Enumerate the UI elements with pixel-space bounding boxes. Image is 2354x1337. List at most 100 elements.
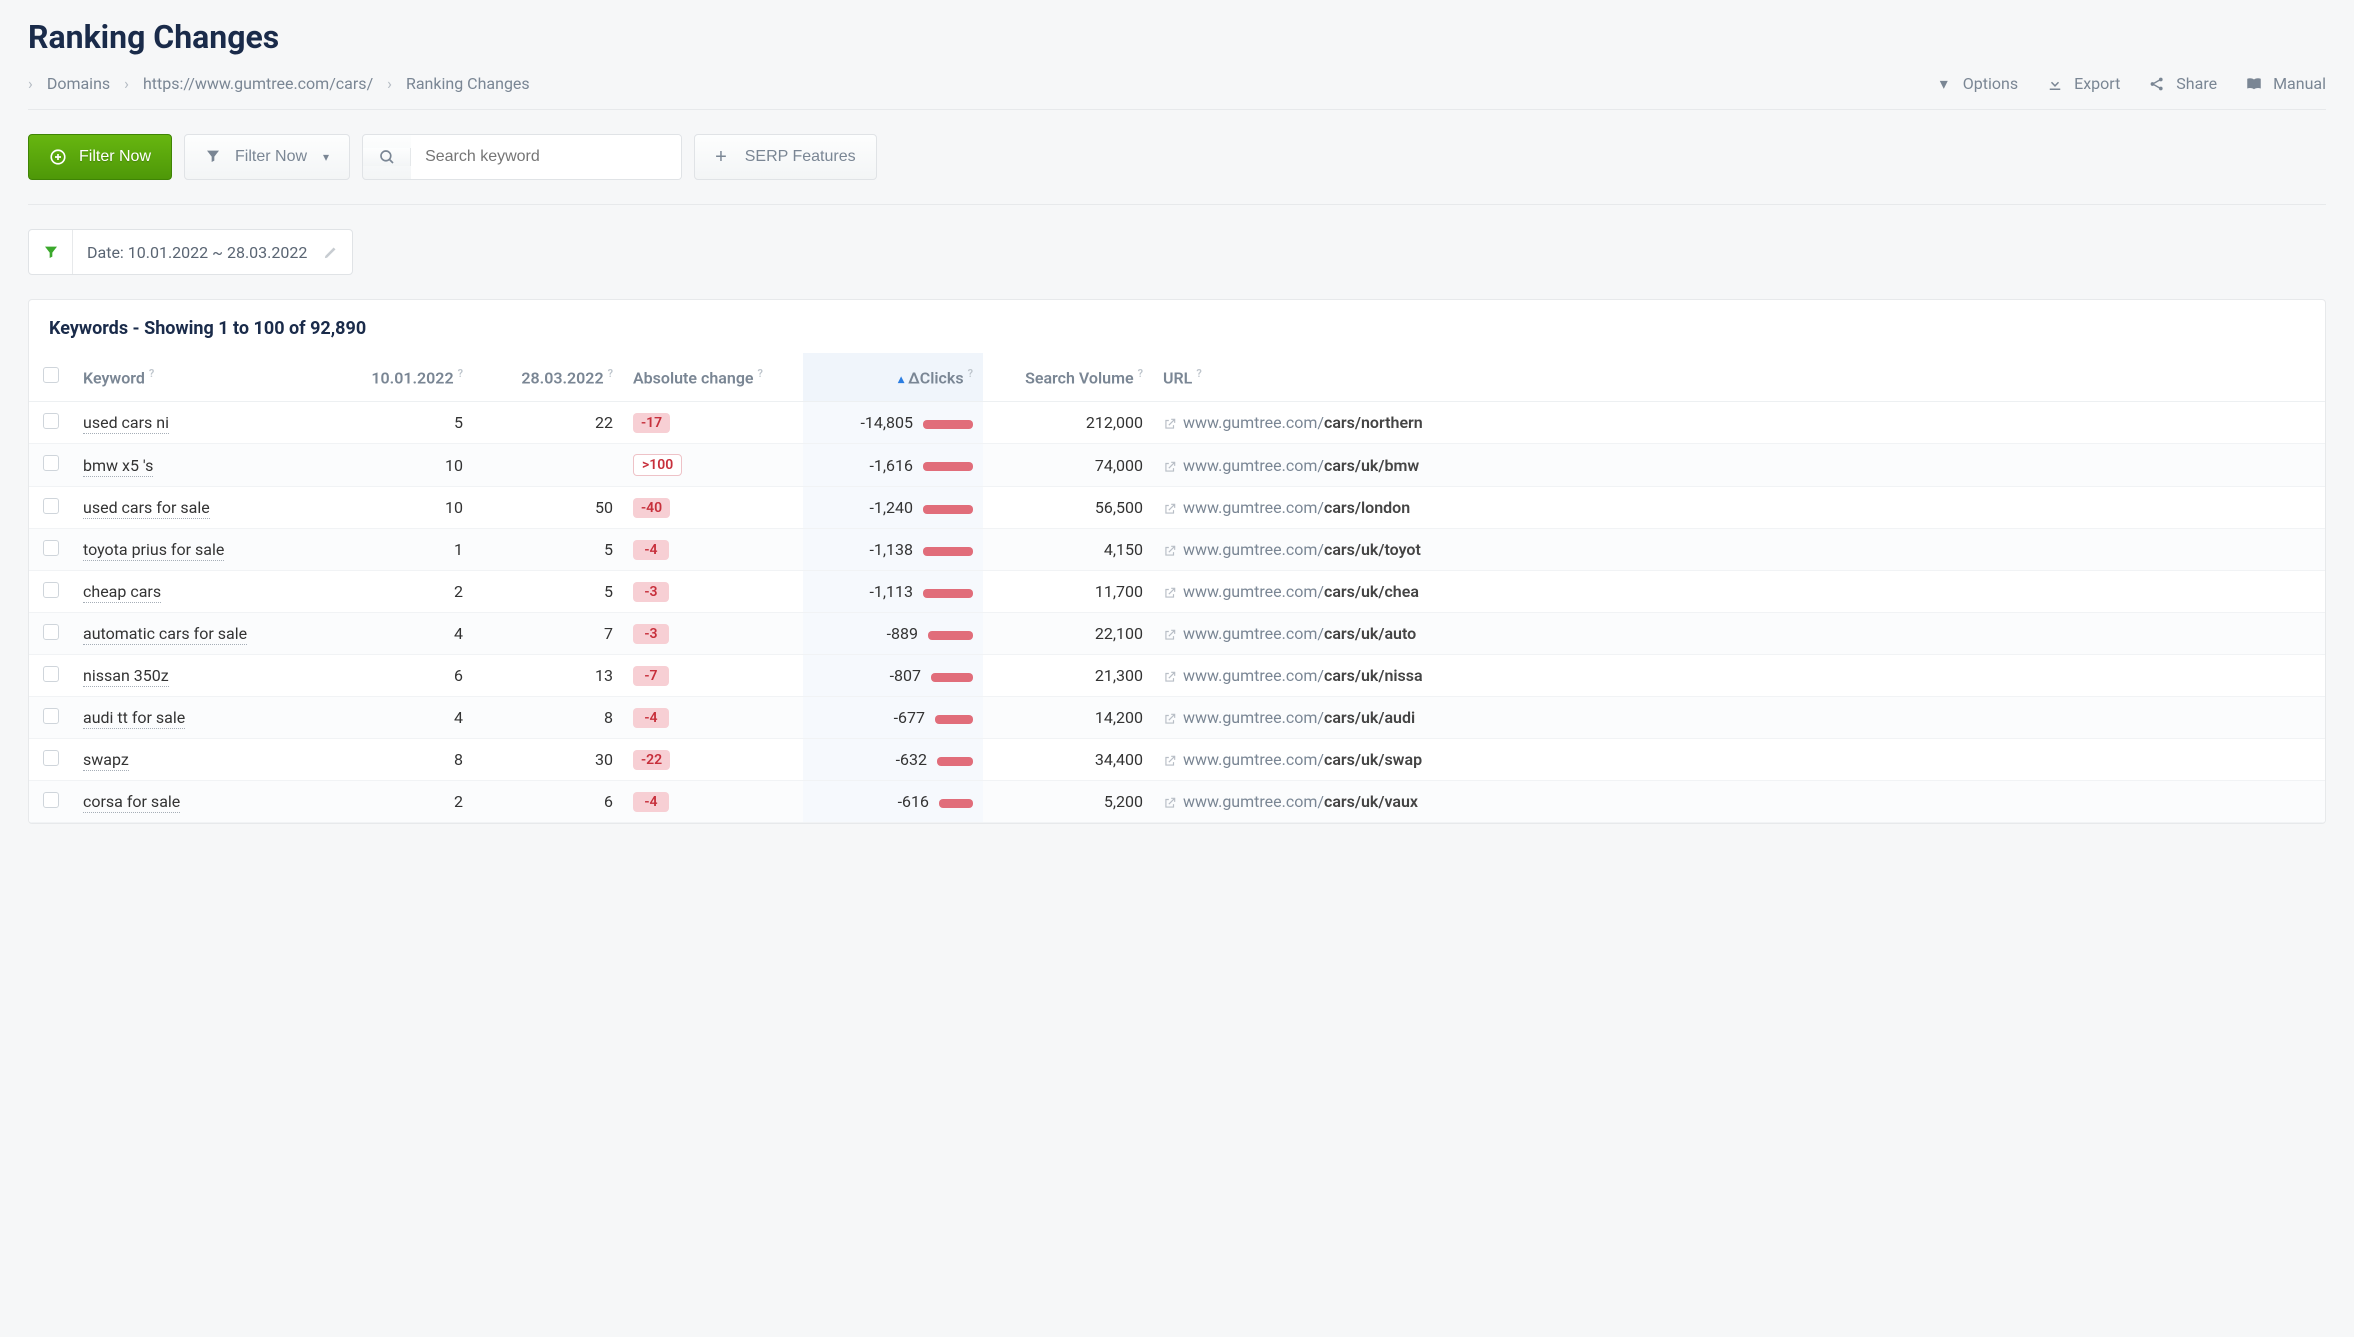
external-link-icon [1163,712,1177,726]
keyword-cell[interactable]: used cars ni [73,402,323,444]
filter-dropdown-button[interactable]: Filter Now ▾ [184,134,350,180]
date1-cell: 5 [323,402,473,444]
help-icon[interactable]: ? [149,367,154,380]
row-checkbox[interactable] [29,781,73,823]
url-cell[interactable]: www.gumtree.com/cars/london [1153,487,2325,529]
change-cell: -4 [623,697,803,739]
serp-features-label: SERP Features [745,148,856,166]
row-checkbox[interactable] [29,487,73,529]
table-row: used cars ni522-17-14,805212,000www.gumt… [29,402,2325,444]
chevron-right-icon: › [28,74,33,93]
plus-icon: + [715,146,727,169]
breadcrumb-domains[interactable]: Domains [47,74,110,93]
help-icon[interactable]: ? [608,367,613,380]
url-cell[interactable]: www.gumtree.com/cars/uk/audi [1153,697,2325,739]
search-keyword[interactable] [362,134,682,180]
manual-label: Manual [2273,74,2326,93]
funnel-icon [205,148,223,166]
help-icon[interactable]: ? [758,367,763,380]
page-title: Ranking Changes [28,18,2326,56]
keyword-cell[interactable]: nissan 350z [73,655,323,697]
row-checkbox[interactable] [29,444,73,487]
url-cell[interactable]: www.gumtree.com/cars/uk/auto [1153,613,2325,655]
date1-cell: 8 [323,739,473,781]
change-cell: -40 [623,487,803,529]
keyword-cell[interactable]: automatic cars for sale [73,613,323,655]
manual-button[interactable]: Manual [2245,74,2326,93]
breadcrumb-url[interactable]: https://www.gumtree.com/cars/ [143,74,373,93]
row-checkbox[interactable] [29,529,73,571]
top-actions: ▾ Options Export Share Manual [1935,74,2326,93]
select-all-header[interactable] [29,353,73,402]
header-date1[interactable]: 10.01.2022? [323,353,473,402]
date1-cell: 10 [323,487,473,529]
date1-cell: 4 [323,613,473,655]
date2-cell: 50 [473,487,623,529]
controls-row: Filter Now Filter Now ▾ + SERP Features [28,134,2326,205]
row-checkbox[interactable] [29,655,73,697]
url-cell[interactable]: www.gumtree.com/cars/northern [1153,402,2325,444]
header-keyword[interactable]: Keyword? [73,353,323,402]
url-cell[interactable]: www.gumtree.com/cars/uk/swap [1153,739,2325,781]
row-checkbox[interactable] [29,571,73,613]
row-checkbox[interactable] [29,613,73,655]
help-icon[interactable]: ? [458,367,463,380]
help-icon[interactable]: ? [968,367,973,380]
keyword-cell[interactable]: cheap cars [73,571,323,613]
serp-features-button[interactable]: + SERP Features [694,134,877,180]
change-cell: -3 [623,571,803,613]
table-row: nissan 350z613-7-80721,300www.gumtree.co… [29,655,2325,697]
url-cell[interactable]: www.gumtree.com/cars/uk/chea [1153,571,2325,613]
url-cell[interactable]: www.gumtree.com/cars/uk/nissa [1153,655,2325,697]
row-checkbox[interactable] [29,739,73,781]
table-row: toyota prius for sale15-4-1,1384,150www.… [29,529,2325,571]
external-link-icon [1163,670,1177,684]
dclicks-cell: -1,113 [803,571,983,613]
keyword-cell[interactable]: toyota prius for sale [73,529,323,571]
external-link-icon [1163,544,1177,558]
change-cell: -4 [623,529,803,571]
share-label: Share [2176,74,2217,93]
change-cell: -22 [623,739,803,781]
volume-cell: 22,100 [983,613,1153,655]
options-dropdown[interactable]: ▾ Options [1935,74,2018,93]
header-search-volume[interactable]: Search Volume? [983,353,1153,402]
change-cell: -7 [623,655,803,697]
pencil-icon[interactable] [321,245,352,260]
external-link-icon [1163,460,1177,474]
table-row: corsa for sale26-4-6165,200www.gumtree.c… [29,781,2325,823]
date2-cell: 30 [473,739,623,781]
header-dclicks[interactable]: ▴ΔClicks? [803,353,983,402]
table-row: used cars for sale1050-40-1,24056,500www… [29,487,2325,529]
url-cell[interactable]: www.gumtree.com/cars/uk/vaux [1153,781,2325,823]
row-checkbox[interactable] [29,402,73,444]
breadcrumb-row: › Domains › https://www.gumtree.com/cars… [28,74,2326,110]
date2-cell: 8 [473,697,623,739]
keyword-cell[interactable]: corsa for sale [73,781,323,823]
volume-cell: 34,400 [983,739,1153,781]
row-checkbox[interactable] [29,697,73,739]
header-url[interactable]: URL? [1153,353,2325,402]
breadcrumb-current: Ranking Changes [406,74,530,93]
keyword-cell[interactable]: audi tt for sale [73,697,323,739]
url-cell[interactable]: www.gumtree.com/cars/uk/bmw [1153,444,2325,487]
help-icon[interactable]: ? [1196,367,1201,380]
search-input[interactable] [411,135,681,179]
breadcrumb: › Domains › https://www.gumtree.com/cars… [28,74,530,93]
dclicks-cell: -677 [803,697,983,739]
header-date2[interactable]: 28.03.2022? [473,353,623,402]
filter-now-button[interactable]: Filter Now [28,134,172,180]
url-cell[interactable]: www.gumtree.com/cars/uk/toyot [1153,529,2325,571]
date-filter-chip[interactable]: Date: 10.01.2022 ~ 28.03.2022 [28,229,353,275]
keyword-cell[interactable]: bmw x5 's [73,444,323,487]
share-button[interactable]: Share [2148,74,2217,93]
date1-cell: 1 [323,529,473,571]
volume-cell: 56,500 [983,487,1153,529]
keyword-cell[interactable]: used cars for sale [73,487,323,529]
keyword-cell[interactable]: swapz [73,739,323,781]
help-icon[interactable]: ? [1138,367,1143,380]
header-absolute-change[interactable]: Absolute change? [623,353,803,402]
date2-cell: 22 [473,402,623,444]
export-button[interactable]: Export [2046,74,2120,93]
keywords-table-card: Keywords - Showing 1 to 100 of 92,890 Ke… [28,299,2326,824]
